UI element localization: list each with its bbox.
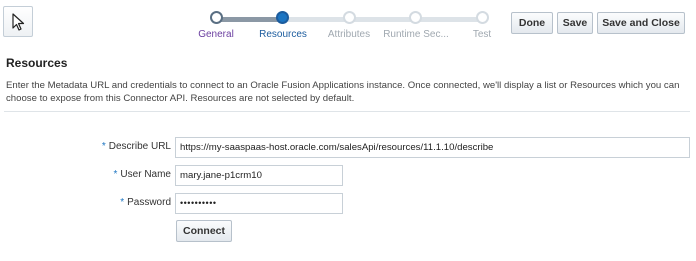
describe-url-input[interactable]: https://my-saaspaas-host.oracle.com/sale… (175, 137, 690, 158)
train-label-test: Test (472, 29, 492, 40)
describe-url-label-group: * Describe URL (61, 141, 171, 152)
connect-button[interactable]: Connect (176, 220, 232, 242)
train-label-resources[interactable]: Resources (259, 29, 307, 40)
password-label-group: * Password (61, 197, 171, 208)
username-label-group: * User Name (61, 169, 171, 180)
username-label: User Name (120, 169, 171, 180)
train-connector (216, 17, 282, 22)
username-input[interactable]: mary.jane-p1crm10 (175, 165, 343, 186)
train-stop-test (476, 11, 489, 24)
train-stop-attributes (343, 11, 356, 24)
train-label-attributes: Attributes (327, 29, 371, 40)
train-label-general[interactable]: General (198, 29, 234, 40)
train-label-runtime-security: Runtime Sec... (383, 29, 449, 40)
train-connector (282, 17, 482, 22)
save-button[interactable]: Save (557, 12, 593, 34)
required-marker: * (101, 141, 106, 152)
header-bar: General Resources Attributes Runtime Sec… (0, 0, 696, 46)
divider (4, 111, 690, 112)
done-button[interactable]: Done (511, 12, 553, 34)
train-stop-runtime-security (409, 11, 422, 24)
password-label: Password (127, 197, 171, 208)
required-marker: * (113, 169, 118, 180)
required-marker: * (120, 197, 125, 208)
password-input[interactable]: •••••••••• (175, 193, 343, 214)
section-description: Enter the Metadata URL and credentials t… (6, 80, 680, 104)
train-stop-general[interactable] (210, 11, 223, 24)
describe-url-label: Describe URL (108, 141, 171, 152)
save-and-close-button[interactable]: Save and Close (597, 12, 685, 34)
section-title: Resources (6, 56, 68, 70)
train-stop-resources[interactable] (276, 11, 289, 24)
